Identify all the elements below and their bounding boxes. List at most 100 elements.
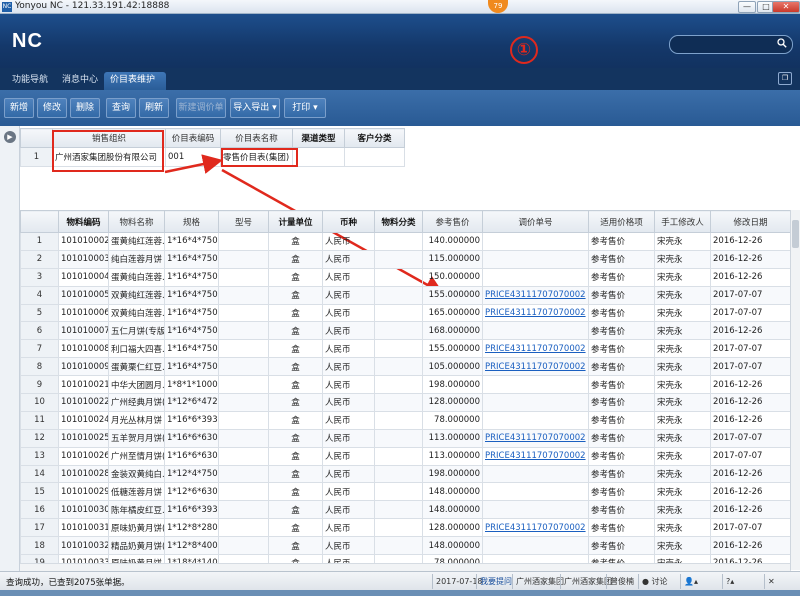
cell-material-class[interactable]	[374, 321, 423, 341]
cell-modifier[interactable]: 宋壳永	[654, 339, 711, 359]
cell-model[interactable]	[218, 410, 269, 430]
table-row[interactable]: 2 101010003 纯白莲蓉月饼 1*16*4*750g 盒人民币 115.00000…	[20, 249, 791, 269]
cell-adjust-no[interactable]	[482, 500, 589, 520]
cell-model[interactable]	[218, 357, 269, 377]
cell-price-item[interactable]: 参考售价	[588, 482, 655, 502]
cell-material-code[interactable]: 101010024	[58, 410, 109, 430]
cell-modifier[interactable]: 宋壳永	[654, 285, 711, 305]
cell-ref-price[interactable]: 115.000000	[422, 249, 483, 269]
horizontal-scrollbar[interactable]	[20, 563, 790, 571]
cell-modifier[interactable]: 宋壳永	[654, 267, 711, 287]
cell-adjust-no[interactable]: PRICE43111707070002	[482, 285, 589, 305]
cell-unit[interactable]: 盒	[268, 232, 323, 251]
cell-unit[interactable]: 盒	[268, 321, 323, 341]
cell-spec[interactable]: 1*16*6*393g	[164, 410, 219, 430]
cell-modifier[interactable]: 宋壳永	[654, 232, 711, 251]
cell-currency[interactable]: 人民币	[322, 393, 375, 412]
column-header-price-list-name[interactable]: 价目表名称	[220, 128, 293, 148]
cell-channel-type[interactable]	[292, 147, 345, 167]
cell-price-item[interactable]: 参考售价	[588, 500, 655, 520]
column-header-material-name[interactable]: 物料名称	[108, 210, 165, 233]
table-row[interactable]: 4 101010005 双黄纯红莲蓉... 1*16*4*750g 盒人民币 155.00…	[20, 285, 791, 305]
table-row[interactable]: 3 101010004 蛋黄纯白莲蓉... 1*16*4*750g 盒人民币 150.00…	[20, 267, 791, 287]
cell-material-name[interactable]: 蛋黄纯红莲蓉...	[108, 232, 165, 251]
adjust-no-link[interactable]: PRICE43111707070002	[485, 433, 586, 443]
cell-currency[interactable]: 人民币	[322, 375, 375, 395]
expand-panel-icon[interactable]: ▶	[4, 131, 16, 143]
cell-currency[interactable]: 人民币	[322, 518, 375, 538]
column-header-material-class[interactable]: 物料分类	[374, 210, 423, 233]
table-row[interactable]: 9 101010021 中华大团圆月... 1*8*1*1000g 盒人民币 198.00…	[20, 375, 791, 395]
cell-material-class[interactable]	[374, 518, 423, 538]
cell-modify-date[interactable]: 2017-07-07	[710, 428, 791, 448]
cell-spec[interactable]: 1*16*6*630g	[164, 446, 219, 466]
table-row[interactable]: 7 101010008 利口福大四喜... 1*16*4*750g 盒人民币 155.00…	[20, 339, 791, 359]
cell-modify-date[interactable]: 2016-12-26	[710, 464, 791, 484]
new-price-adjust-button[interactable]: 新建调价单	[176, 98, 226, 118]
cell-spec[interactable]: 1*12*6*630g	[164, 482, 219, 502]
cell-spec[interactable]: 1*16*4*750g	[164, 339, 219, 359]
adjust-no-link[interactable]: PRICE43111707070002	[485, 451, 586, 461]
cell-spec[interactable]: 1*16*4*750g	[164, 357, 219, 377]
cell-unit[interactable]: 盒	[268, 357, 323, 377]
edit-button[interactable]: 修改	[37, 98, 67, 118]
status-user[interactable]: 曾俊楠	[606, 574, 637, 589]
cell-adjust-no[interactable]	[482, 482, 589, 502]
ask-question-link[interactable]: 我要提问	[476, 574, 515, 589]
cell-model[interactable]	[218, 464, 269, 484]
cell-model[interactable]	[218, 303, 269, 323]
cell-modifier[interactable]: 宋壳永	[654, 321, 711, 341]
cell-modifier[interactable]: 宋壳永	[654, 375, 711, 395]
cell-price-item[interactable]: 参考售价	[588, 375, 655, 395]
cell-model[interactable]	[218, 339, 269, 359]
cell-modify-date[interactable]: 2016-12-26	[710, 482, 791, 502]
cell-modify-date[interactable]: 2017-07-07	[710, 518, 791, 538]
cell-material-class[interactable]	[374, 303, 423, 323]
cell-modifier[interactable]: 宋壳永	[654, 536, 711, 556]
cell-material-name[interactable]: 精品奶黄月饼(...	[108, 536, 165, 556]
cell-modify-date[interactable]: 2017-07-07	[710, 446, 791, 466]
cell-price-item[interactable]: 参考售价	[588, 267, 655, 287]
cell-material-code[interactable]: 101010008	[58, 339, 109, 359]
cell-material-name[interactable]: 金装双黄纯白...	[108, 464, 165, 484]
table-row[interactable]: 8 101010009 蛋黄栗仁红豆... 1*16*4*750g 盒人民币 105.00…	[20, 357, 791, 377]
cell-unit[interactable]: 盒	[268, 339, 323, 359]
refresh-button[interactable]: 刷新	[139, 98, 169, 118]
cell-material-code[interactable]: 101010003	[58, 249, 109, 269]
cell-material-code[interactable]: 101010026	[58, 446, 109, 466]
help-menu-button[interactable]: ?▴	[722, 574, 762, 589]
cell-material-class[interactable]	[374, 267, 423, 287]
cell-adjust-no[interactable]	[482, 267, 589, 287]
cell-material-name[interactable]: 双黄纯白莲蓉...	[108, 303, 165, 323]
cell-material-class[interactable]	[374, 375, 423, 395]
cell-unit[interactable]: 盒	[268, 267, 323, 287]
cell-currency[interactable]: 人民币	[322, 303, 375, 323]
cell-spec[interactable]: 1*12*6*472g	[164, 393, 219, 412]
cell-material-class[interactable]	[374, 428, 423, 448]
cell-modifier[interactable]: 宋壳永	[654, 500, 711, 520]
cell-model[interactable]	[218, 232, 269, 251]
query-button[interactable]: 查询	[106, 98, 136, 118]
cell-adjust-no[interactable]	[482, 410, 589, 430]
column-header-ref-price[interactable]: 参考售价	[422, 210, 483, 233]
cell-material-code[interactable]: 101010006	[58, 303, 109, 323]
cell-ref-price[interactable]: 155.000000	[422, 339, 483, 359]
scrollbar-thumb[interactable]	[792, 220, 799, 248]
cell-modifier[interactable]: 宋壳永	[654, 482, 711, 502]
cell-material-class[interactable]	[374, 339, 423, 359]
cell-currency[interactable]: 人民币	[322, 536, 375, 556]
cell-material-class[interactable]	[374, 357, 423, 377]
cell-ref-price[interactable]: 148.000000	[422, 536, 483, 556]
cell-material-class[interactable]	[374, 249, 423, 269]
cell-price-item[interactable]: 参考售价	[588, 536, 655, 556]
column-header-price-list-code[interactable]: 价目表编码	[165, 128, 221, 148]
cell-model[interactable]	[218, 536, 269, 556]
delete-button[interactable]: 删除	[70, 98, 100, 118]
cell-price-item[interactable]: 参考售价	[588, 249, 655, 269]
table-row[interactable]: 6 101010007 五仁月饼(专版) 1*16*4*750g 盒人民币 168.000…	[20, 321, 791, 341]
cell-ref-price[interactable]: 128.000000	[422, 393, 483, 412]
adjust-no-link[interactable]: PRICE43111707070002	[485, 523, 586, 533]
cell-model[interactable]	[218, 518, 269, 538]
cell-adjust-no[interactable]	[482, 393, 589, 412]
cell-price-list-code[interactable]: 001	[165, 147, 221, 167]
